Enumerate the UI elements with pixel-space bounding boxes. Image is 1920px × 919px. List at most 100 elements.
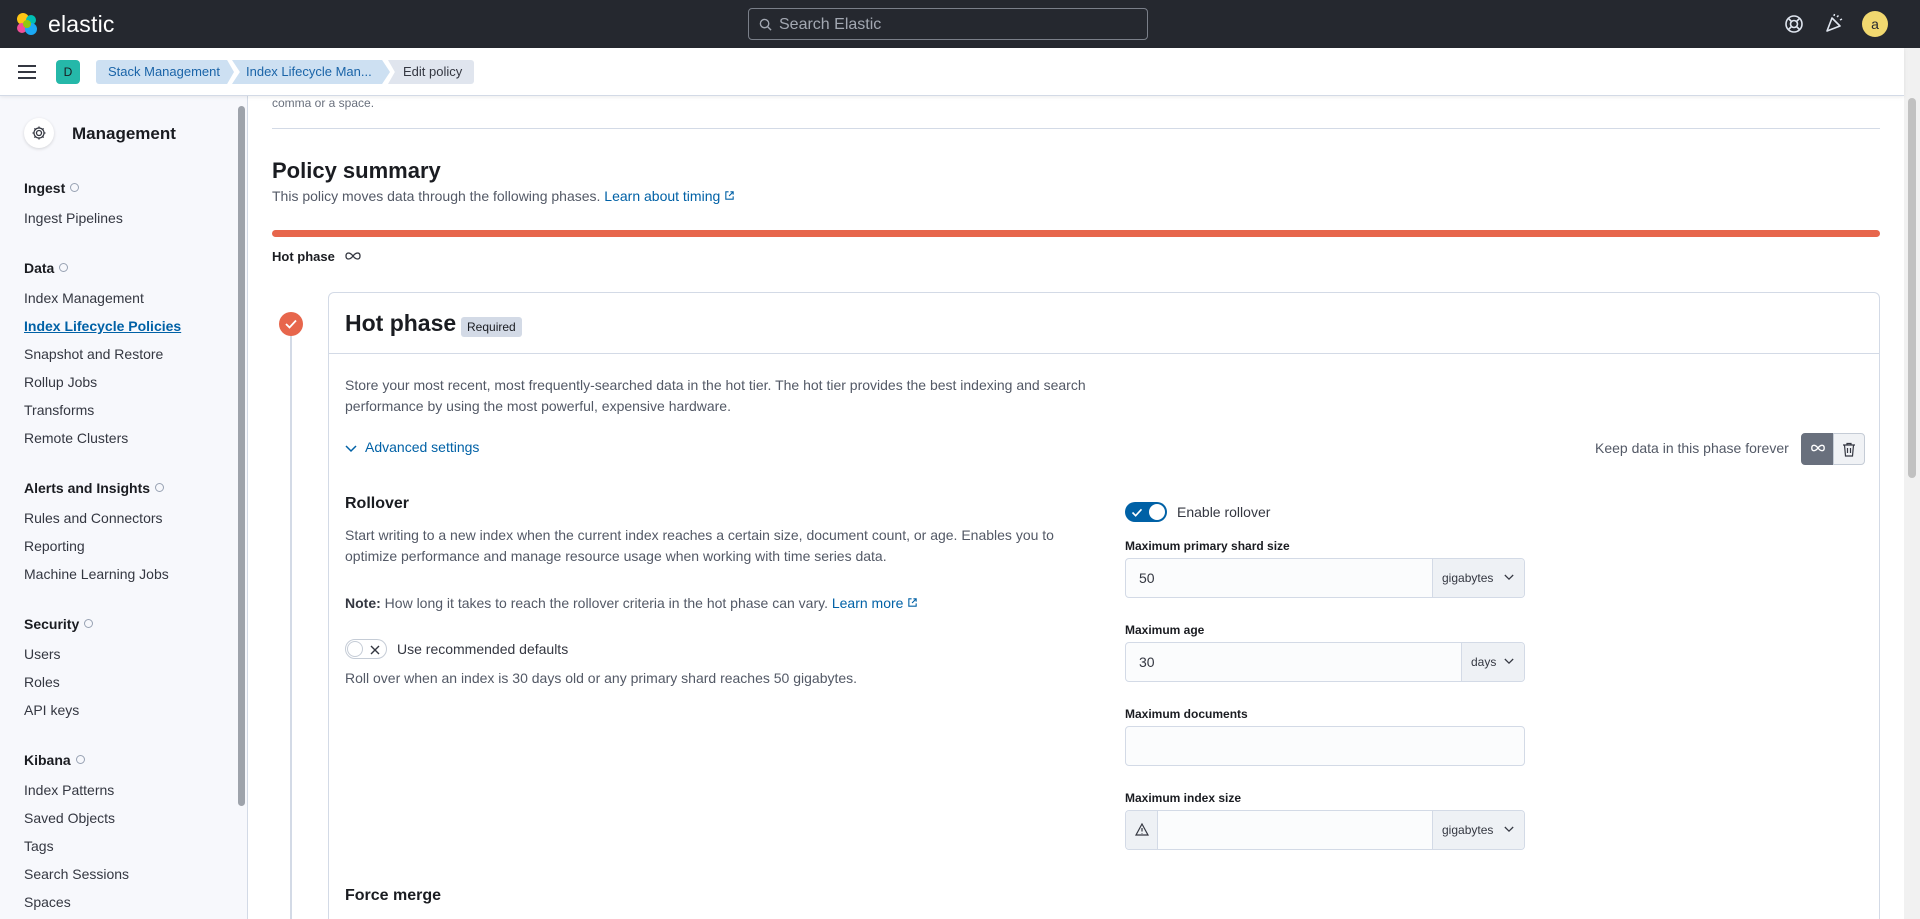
force-merge-title: Force merge [345, 887, 442, 904]
chevron-down-icon [345, 445, 357, 453]
max-age-field[interactable]: 30 days [1125, 642, 1525, 682]
phase-timeline-line [290, 321, 292, 919]
sidebar-item-index-patterns[interactable]: Index Patterns [24, 782, 114, 798]
sidebar-item-reporting[interactable]: Reporting [24, 538, 85, 554]
sidebar-group-security: Security [24, 616, 94, 632]
max-age-unit-select[interactable]: days [1461, 643, 1524, 681]
sidebar-group-data: Data [24, 260, 69, 276]
sidebar-item-transforms[interactable]: Transforms [24, 402, 94, 418]
sidebar-item-saved-objects[interactable]: Saved Objects [24, 810, 115, 826]
help-icon [70, 183, 80, 192]
trash-icon [1843, 442, 1855, 457]
external-link-icon [908, 598, 918, 607]
management-logo [24, 118, 54, 148]
infinity-icon [1811, 444, 1825, 452]
switch-knob [347, 641, 363, 657]
global-search-input[interactable]: Search Elastic [748, 8, 1148, 40]
max-documents-field[interactable] [1125, 726, 1525, 766]
rollover-note: Note: How long it takes to reach the rol… [345, 595, 918, 611]
hot-phase-description: Store your most recent, most frequently-… [345, 377, 1086, 414]
policy-summary-title: Policy summary [272, 158, 441, 183]
sidebar-item-ingest-pipelines[interactable]: Ingest Pipelines [24, 210, 123, 226]
menu-icon[interactable] [18, 64, 36, 80]
sidebar-item-rollup-jobs[interactable]: Rollup Jobs [24, 374, 97, 390]
max-shard-size-field[interactable]: 50 gigabytes [1125, 558, 1525, 598]
switch-knob [1149, 504, 1165, 520]
max-age-value[interactable]: 30 [1139, 654, 1155, 670]
rollover-description: Start writing to a new index when the cu… [345, 527, 1054, 564]
chevron-down-icon [1504, 658, 1514, 665]
top-header: elastic Search Elastic a [0, 0, 1920, 48]
main-content: comma or a space. Policy summary This po… [248, 96, 1904, 919]
breadcrumb-bar: D Stack Management Index Lifecycle Man..… [0, 48, 1904, 96]
sidebar-item-snapshot-restore[interactable]: Snapshot and Restore [24, 346, 163, 362]
hot-phase-panel: Hot phase Required Store your most recen… [328, 292, 1880, 919]
enable-rollover-label[interactable]: Enable rollover [1177, 504, 1270, 520]
user-avatar[interactable]: a [1862, 11, 1888, 37]
use-recommended-defaults-label[interactable]: Use recommended defaults [397, 641, 568, 657]
logo-text[interactable]: elastic [48, 11, 115, 38]
max-shard-size-label: Maximum primary shard size [1125, 539, 1290, 553]
required-badge: Required [461, 317, 522, 337]
use-recommended-defaults-switch[interactable] [345, 639, 387, 659]
rollover-summary-text: Roll over when an index is 30 days old o… [345, 670, 858, 686]
external-link-icon [725, 191, 734, 200]
breadcrumb-index-lifecycle[interactable]: Index Lifecycle Man... [232, 60, 390, 84]
sidebar-item-ml-jobs[interactable]: Machine Learning Jobs [24, 566, 169, 582]
hot-phase-title: Hot phase [345, 310, 457, 336]
sidebar-scrollbar[interactable] [238, 106, 245, 806]
sidebar-title: Management [72, 124, 176, 143]
rollover-learn-more-link[interactable]: Learn more [832, 595, 918, 611]
help-icon [155, 483, 165, 492]
help-icon [75, 755, 85, 764]
infinity-icon [345, 252, 362, 260]
sidebar-item-remote-clusters[interactable]: Remote Clusters [24, 430, 128, 446]
scrollbar-thumb[interactable] [1908, 98, 1916, 478]
sidebar-item-index-lifecycle-policies[interactable]: Index Lifecycle Policies [24, 318, 181, 334]
close-icon [370, 645, 380, 655]
hot-phase-timeline-label: Hot phase [272, 249, 362, 264]
rollover-title: Rollover [345, 495, 410, 512]
enable-rollover-switch[interactable] [1125, 502, 1167, 522]
hot-phase-status-icon [279, 312, 303, 336]
max-index-size-label: Maximum index size [1125, 791, 1242, 805]
warning-icon [1135, 823, 1149, 836]
sidebar-item-rules-connectors[interactable]: Rules and Connectors [24, 510, 163, 526]
policy-summary-desc: This policy moves data through the follo… [272, 188, 735, 204]
check-icon [285, 319, 297, 329]
check-icon [1131, 508, 1143, 517]
space-selector[interactable]: D [56, 60, 80, 84]
help-icon[interactable] [1782, 12, 1806, 36]
sidebar-item-users[interactable]: Users [24, 646, 61, 662]
chevron-down-icon [1504, 826, 1514, 833]
breadcrumb-stack-management[interactable]: Stack Management [96, 60, 234, 84]
keep-forever-button[interactable] [1801, 433, 1833, 465]
help-icon [84, 619, 94, 628]
elastic-logo-icon[interactable] [14, 11, 40, 37]
max-index-size-unit-select[interactable]: gigabytes [1432, 811, 1524, 849]
sidebar-item-api-keys[interactable]: API keys [24, 702, 79, 718]
help-icon [59, 263, 69, 272]
sidebar-group-ingest: Ingest [24, 180, 80, 196]
max-shard-size-unit-select[interactable]: gigabytes [1432, 559, 1524, 597]
keep-data-label: Keep data in this phase forever [1595, 440, 1789, 456]
cutoff-help-text: comma or a space. [272, 96, 375, 110]
management-sidebar: Management Ingest Ingest Pipelines Data … [0, 96, 248, 919]
news-feed-icon[interactable] [1822, 12, 1846, 36]
sidebar-item-index-management[interactable]: Index Management [24, 290, 144, 306]
chevron-down-icon [1504, 574, 1514, 581]
max-index-size-field[interactable]: gigabytes [1125, 810, 1525, 850]
search-placeholder: Search Elastic [779, 16, 882, 33]
max-age-label: Maximum age [1125, 623, 1205, 637]
sidebar-item-search-sessions[interactable]: Search Sessions [24, 866, 129, 882]
sidebar-group-alerts: Alerts and Insights [24, 480, 165, 496]
sidebar-item-tags[interactable]: Tags [24, 838, 54, 854]
sidebar-item-roles[interactable]: Roles [24, 674, 60, 690]
page-scrollbar[interactable] [1904, 48, 1920, 919]
delete-after-phase-button[interactable] [1833, 433, 1865, 465]
learn-about-timing-link[interactable]: Learn about timing [604, 188, 735, 204]
max-shard-size-value[interactable]: 50 [1139, 570, 1155, 586]
advanced-settings-toggle[interactable]: Advanced settings [345, 439, 479, 455]
sidebar-group-kibana: Kibana [24, 752, 85, 768]
sidebar-item-spaces[interactable]: Spaces [24, 894, 71, 910]
